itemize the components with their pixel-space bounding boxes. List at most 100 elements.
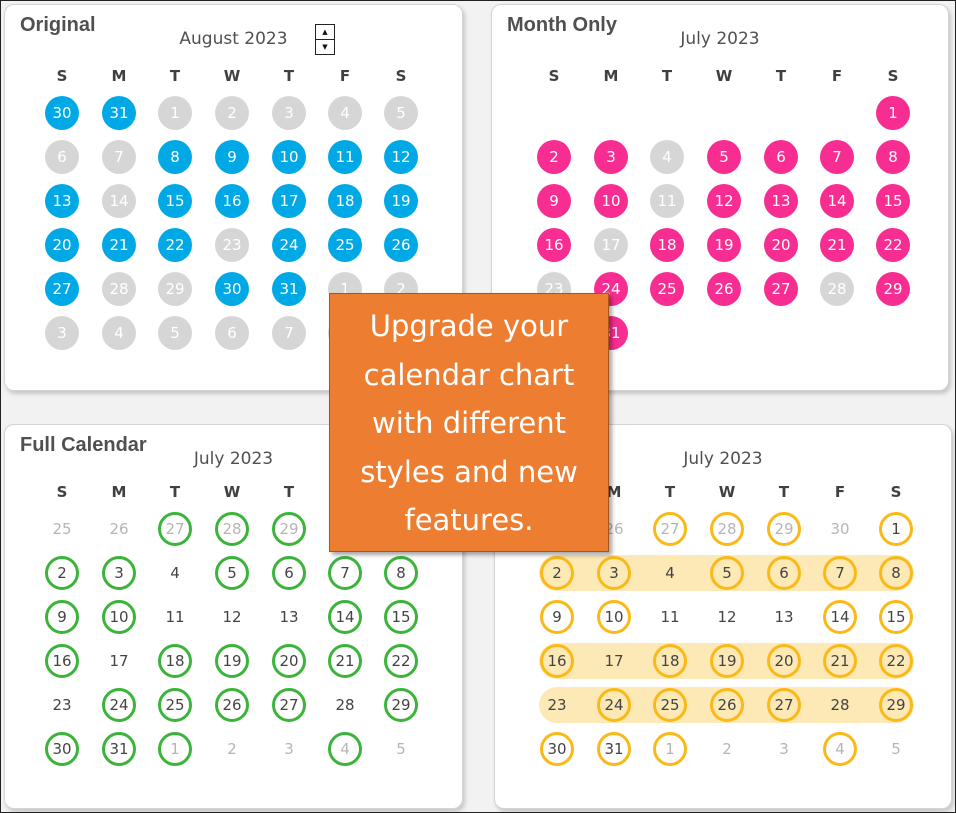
calendar-day[interactable]: 18 <box>653 644 687 678</box>
calendar-day[interactable]: 6 <box>45 140 79 174</box>
calendar-day[interactable]: 5 <box>158 316 192 350</box>
calendar-day[interactable]: 3 <box>272 96 306 130</box>
calendar-day[interactable]: 31 <box>102 732 136 766</box>
calendar-day[interactable]: 6 <box>764 140 798 174</box>
month-spinner[interactable]: ▲ ▼ <box>315 24 335 55</box>
calendar-day[interactable]: 6 <box>767 556 801 590</box>
calendar-day[interactable]: 28 <box>102 272 136 306</box>
calendar-day[interactable]: 27 <box>764 272 798 306</box>
spinner-down-icon[interactable]: ▼ <box>316 40 334 54</box>
calendar-day[interactable]: 8 <box>384 556 418 590</box>
calendar-day[interactable]: 18 <box>650 228 684 262</box>
calendar-day[interactable]: 17 <box>272 184 306 218</box>
calendar-day[interactable]: 27 <box>158 512 192 546</box>
calendar-day[interactable]: 31 <box>597 732 631 766</box>
calendar-day[interactable]: 12 <box>384 140 418 174</box>
calendar-day[interactable]: 29 <box>272 512 306 546</box>
calendar-day[interactable]: 10 <box>594 184 628 218</box>
calendar-day[interactable]: 31 <box>272 272 306 306</box>
calendar-day[interactable]: 15 <box>384 600 418 634</box>
calendar-day[interactable]: 13 <box>764 184 798 218</box>
calendar-day[interactable]: 12 <box>215 600 249 634</box>
calendar-day[interactable]: 25 <box>45 512 79 546</box>
calendar-day[interactable]: 8 <box>158 140 192 174</box>
calendar-day[interactable]: 15 <box>876 184 910 218</box>
calendar-day[interactable]: 20 <box>767 644 801 678</box>
calendar-day[interactable]: 23 <box>540 688 574 722</box>
calendar-day[interactable]: 27 <box>767 688 801 722</box>
calendar-day[interactable]: 3 <box>594 140 628 174</box>
calendar-day[interactable]: 4 <box>328 732 362 766</box>
calendar-day[interactable]: 30 <box>45 732 79 766</box>
calendar-day[interactable]: 20 <box>272 644 306 678</box>
calendar-day[interactable]: 8 <box>879 556 913 590</box>
calendar-day[interactable]: 20 <box>764 228 798 262</box>
calendar-day[interactable]: 16 <box>45 644 79 678</box>
calendar-day[interactable]: 17 <box>102 644 136 678</box>
calendar-day[interactable]: 16 <box>215 184 249 218</box>
calendar-day[interactable]: 28 <box>328 688 362 722</box>
calendar-day[interactable]: 10 <box>102 600 136 634</box>
calendar-day[interactable]: 19 <box>384 184 418 218</box>
calendar-day[interactable]: 1 <box>158 732 192 766</box>
calendar-day[interactable]: 28 <box>823 688 857 722</box>
calendar-day[interactable]: 14 <box>820 184 854 218</box>
calendar-day[interactable]: 21 <box>102 228 136 262</box>
calendar-day[interactable]: 29 <box>879 688 913 722</box>
calendar-day[interactable]: 1 <box>879 512 913 546</box>
calendar-day[interactable]: 21 <box>820 228 854 262</box>
calendar-day[interactable]: 4 <box>328 96 362 130</box>
calendar-day[interactable]: 25 <box>653 688 687 722</box>
calendar-day[interactable]: 10 <box>597 600 631 634</box>
calendar-day[interactable]: 3 <box>102 556 136 590</box>
calendar-day[interactable]: 5 <box>707 140 741 174</box>
calendar-day[interactable]: 19 <box>707 228 741 262</box>
calendar-day[interactable]: 3 <box>767 732 801 766</box>
calendar-day[interactable]: 2 <box>45 556 79 590</box>
calendar-day[interactable]: 9 <box>540 600 574 634</box>
calendar-day[interactable]: 14 <box>823 600 857 634</box>
calendar-day[interactable]: 7 <box>328 556 362 590</box>
calendar-day[interactable]: 4 <box>650 140 684 174</box>
calendar-day[interactable]: 7 <box>823 556 857 590</box>
calendar-day[interactable]: 22 <box>876 228 910 262</box>
calendar-day[interactable]: 7 <box>102 140 136 174</box>
calendar-day[interactable]: 3 <box>272 732 306 766</box>
calendar-day[interactable]: 14 <box>328 600 362 634</box>
calendar-day[interactable]: 13 <box>767 600 801 634</box>
calendar-day[interactable]: 11 <box>653 600 687 634</box>
calendar-day[interactable]: 4 <box>823 732 857 766</box>
calendar-day[interactable]: 2 <box>710 732 744 766</box>
calendar-day[interactable]: 25 <box>650 272 684 306</box>
calendar-day[interactable]: 13 <box>45 184 79 218</box>
calendar-day[interactable]: 25 <box>158 688 192 722</box>
calendar-day[interactable]: 3 <box>45 316 79 350</box>
calendar-day[interactable]: 14 <box>102 184 136 218</box>
calendar-day[interactable]: 1 <box>876 96 910 130</box>
calendar-day[interactable]: 5 <box>710 556 744 590</box>
calendar-day[interactable]: 18 <box>158 644 192 678</box>
calendar-day[interactable]: 26 <box>215 688 249 722</box>
calendar-day[interactable]: 4 <box>102 316 136 350</box>
calendar-day[interactable]: 23 <box>45 688 79 722</box>
calendar-day[interactable]: 29 <box>384 688 418 722</box>
spinner-up-icon[interactable]: ▲ <box>316 25 334 40</box>
calendar-day[interactable]: 4 <box>653 556 687 590</box>
calendar-day[interactable]: 5 <box>384 96 418 130</box>
calendar-day[interactable]: 17 <box>597 644 631 678</box>
calendar-day[interactable]: 24 <box>272 228 306 262</box>
calendar-day[interactable]: 30 <box>45 96 79 130</box>
calendar-day[interactable]: 15 <box>879 600 913 634</box>
calendar-day[interactable]: 27 <box>653 512 687 546</box>
calendar-day[interactable]: 21 <box>328 644 362 678</box>
calendar-day[interactable]: 22 <box>879 644 913 678</box>
calendar-day[interactable]: 5 <box>879 732 913 766</box>
calendar-day[interactable]: 3 <box>597 556 631 590</box>
calendar-day[interactable]: 1 <box>653 732 687 766</box>
calendar-day[interactable]: 2 <box>537 140 571 174</box>
calendar-day[interactable]: 18 <box>328 184 362 218</box>
calendar-day[interactable]: 9 <box>45 600 79 634</box>
calendar-day[interactable]: 25 <box>328 228 362 262</box>
calendar-day[interactable]: 10 <box>272 140 306 174</box>
calendar-day[interactable]: 28 <box>215 512 249 546</box>
